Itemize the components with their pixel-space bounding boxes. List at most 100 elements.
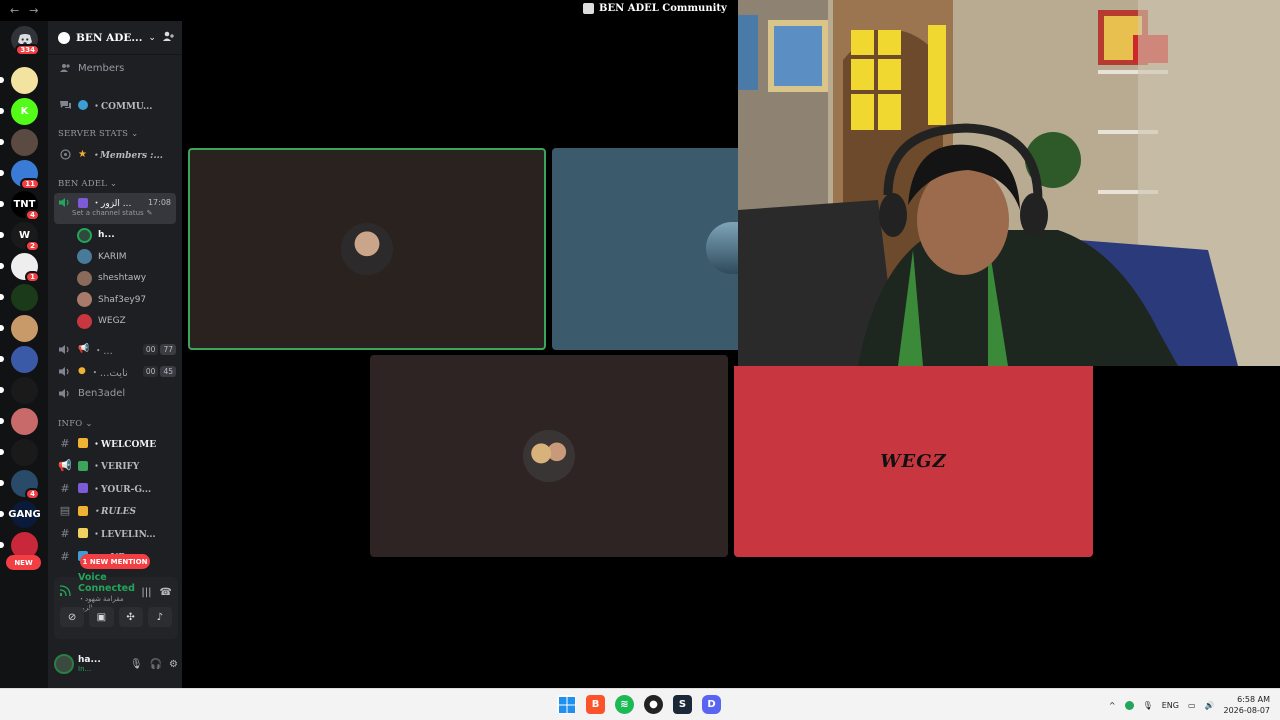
status-dot-icon[interactable]: [1124, 700, 1134, 710]
invite-people-icon[interactable]: [162, 31, 174, 45]
clock-date: 2026-08-07: [1223, 706, 1271, 715]
members-link[interactable]: Members: [48, 60, 182, 76]
volume-icon[interactable]: 🔊: [1205, 701, 1215, 710]
hashtag-icon: #: [60, 549, 70, 563]
user-status: In...: [78, 665, 92, 673]
voice-connection-panel: Voice Connected ・مقرامة شهود الزور... ||…: [54, 572, 178, 639]
microphone-icon[interactable]: 🎙: [130, 659, 143, 670]
server-icon[interactable]: W2: [0, 222, 40, 252]
signal-icon[interactable]: [59, 585, 72, 599]
window-title: BEN ADEL Community: [583, 3, 727, 14]
category-server-stats[interactable]: SERVER STATS ⌄: [58, 129, 138, 139]
brave-browser-icon[interactable]: B: [586, 695, 605, 714]
channel-community[interactable]: ・COMMU...: [48, 97, 182, 113]
gear-icon[interactable]: ⚙: [169, 659, 178, 670]
text-channel[interactable]: # ・WELCOME: [48, 435, 182, 451]
user-count: 00: [142, 343, 159, 355]
voice-channel-4[interactable]: Ben3adel: [48, 385, 182, 401]
window-title-text: BEN ADEL Community: [599, 3, 727, 14]
activities-button[interactable]: ✣: [118, 607, 143, 627]
voice-channel-active[interactable]: ・الزور ... 17:08 Set a channel status ✎: [54, 193, 176, 224]
noise-suppression-icon[interactable]: |||: [141, 587, 151, 598]
server-icon[interactable]: [0, 439, 38, 466]
back-arrow-icon[interactable]: ←: [10, 4, 19, 17]
server-icon[interactable]: TNT 4: [0, 191, 40, 221]
unread-pill: [0, 325, 4, 331]
text-channel[interactable]: # ・YOUR-G...: [48, 480, 182, 496]
category-ben-adel[interactable]: BEN ADEL ⌄: [58, 179, 117, 189]
server-icon[interactable]: K: [0, 98, 38, 125]
user-avatar[interactable]: [54, 654, 74, 674]
headphones-icon[interactable]: 🎧: [150, 659, 162, 670]
voice-user[interactable]: WEGZ: [48, 312, 182, 330]
user-name[interactable]: ha...: [78, 655, 101, 665]
server-avatar: [11, 439, 38, 466]
clock[interactable]: 6:58 AM 2026-08-07: [1224, 694, 1271, 716]
language-indicator[interactable]: ENG: [1162, 701, 1179, 710]
video-tile-wegz[interactable]: WEGZ: [734, 366, 1093, 557]
voice-user[interactable]: KARIM: [48, 248, 182, 266]
channel-members-stat[interactable]: ★ ・Members :...: [48, 146, 182, 162]
voice-channel-3[interactable]: ● ・...نايت 00 45: [48, 363, 182, 379]
spotify-icon[interactable]: ≋: [615, 695, 634, 714]
participant-avatar: [706, 222, 738, 274]
voice-channel-2[interactable]: 📢 ・... 00 77: [48, 341, 182, 357]
server-icon[interactable]: [0, 67, 38, 94]
soundboard-button[interactable]: ♪: [147, 607, 172, 627]
windows-start-icon[interactable]: [557, 695, 576, 714]
voice-channel-active-name: ・الزور ...: [92, 199, 132, 209]
server-icon[interactable]: [0, 408, 38, 435]
soundboard-icon: ♪: [156, 611, 164, 623]
network-icon[interactable]: ▭: [1188, 701, 1196, 710]
video-tile-teal[interactable]: [552, 148, 738, 350]
channel-emoji-icon: [78, 528, 88, 539]
video-tile-couple[interactable]: [370, 355, 728, 557]
new-mention-pill[interactable]: 1 NEW MENTION: [80, 554, 150, 569]
voice-user[interactable]: sheshtawy: [48, 269, 182, 287]
voice-connected-label[interactable]: Voice Connected: [78, 572, 135, 594]
unread-pill: [0, 418, 4, 424]
server-icon[interactable]: [0, 377, 38, 404]
text-channel-name: ・RULES: [92, 507, 137, 518]
pencil-icon: ✎: [146, 209, 153, 217]
server-avatar: K: [11, 98, 38, 125]
channel-members-stat-label: ・Members :...: [90, 150, 163, 161]
speaker-icon: [58, 344, 72, 355]
obs-icon[interactable]: ●: [644, 695, 663, 714]
server-icon[interactable]: 11: [0, 160, 40, 190]
voice-user[interactable]: h...: [48, 226, 182, 244]
disconnect-icon[interactable]: ☎: [160, 587, 172, 598]
app-root: ← → BEN ADEL Community 334 K 11 TNT 4 W 2 1 4 GA…: [0, 0, 1280, 720]
voice-user[interactable]: Shaf3ey97: [48, 291, 182, 309]
server-icon[interactable]: [0, 129, 38, 156]
camera-off-button[interactable]: ⊘: [60, 607, 85, 627]
user-avatar: [77, 249, 92, 264]
home-button[interactable]: 334: [11, 26, 40, 56]
discord-taskbar-icon[interactable]: D: [702, 695, 721, 714]
text-channel[interactable]: 📢 ・VERIFY: [48, 458, 182, 474]
video-tile-speaking[interactable]: [188, 148, 546, 350]
new-unreads-pill[interactable]: NEW: [6, 555, 41, 570]
server-icon[interactable]: [0, 284, 38, 311]
guild-header[interactable]: BEN ADE... ⌄: [48, 21, 182, 55]
text-channel[interactable]: # ・LEVELIN...: [48, 525, 182, 541]
chevron-down-icon: ⌄: [109, 179, 118, 189]
channel-emoji-icon: [78, 483, 88, 494]
share-screen-button[interactable]: ▣: [89, 607, 114, 627]
server-icon[interactable]: GANG: [0, 501, 41, 528]
server-icon[interactable]: 4: [0, 470, 40, 500]
members-icon: [58, 63, 72, 73]
server-icon[interactable]: 1: [0, 253, 40, 283]
voice-user-name: h...: [98, 230, 115, 240]
server-icon[interactable]: [0, 315, 38, 342]
text-channel[interactable]: ▤ ・RULES: [48, 503, 182, 519]
wegz-logo: WEGZ: [880, 451, 947, 472]
tray-overflow-icon[interactable]: ^: [1109, 701, 1116, 710]
steam-icon[interactable]: S: [673, 695, 692, 714]
forward-arrow-icon[interactable]: →: [29, 4, 38, 17]
microphone-tray-icon[interactable]: 🎙: [1143, 701, 1153, 710]
server-avatar: [11, 346, 38, 373]
channel-status-hint[interactable]: Set a channel status ✎: [72, 209, 176, 217]
category-info[interactable]: INFO ⌄: [58, 419, 93, 429]
server-icon[interactable]: [0, 346, 38, 373]
